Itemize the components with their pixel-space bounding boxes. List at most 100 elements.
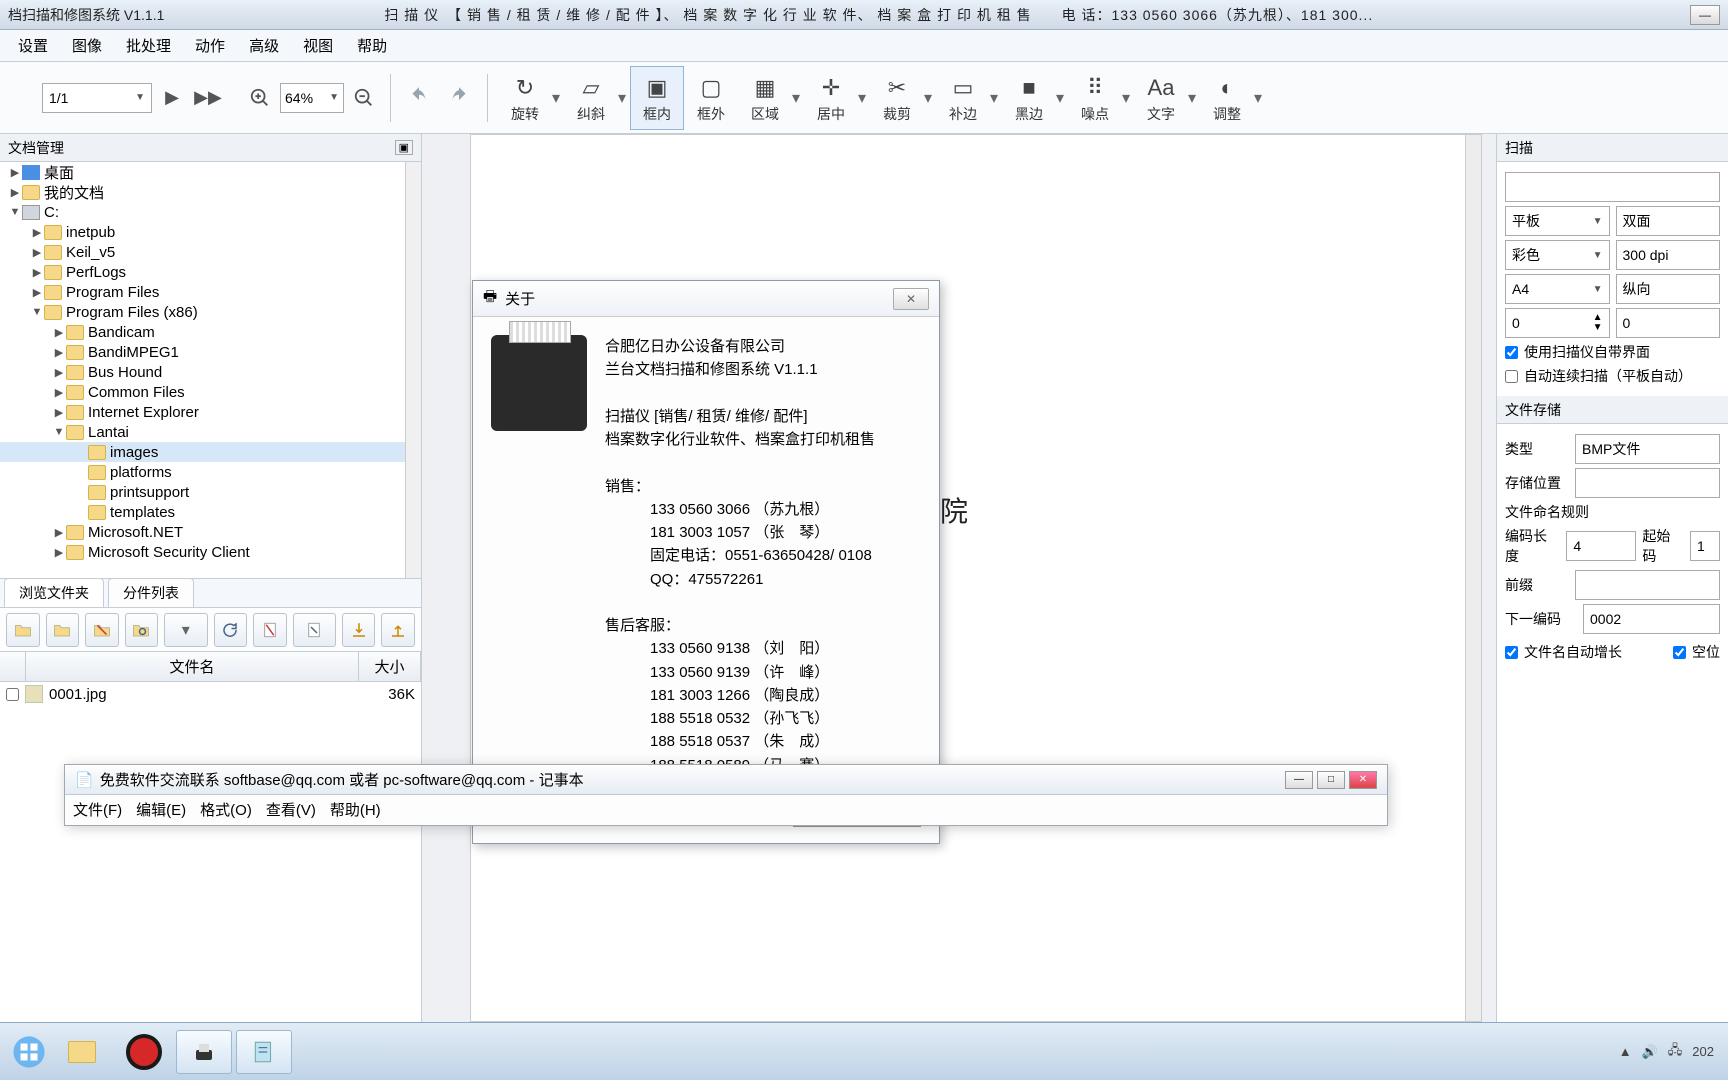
tree-item[interactable]: ▶Bandicam: [0, 322, 421, 342]
tree-scrollbar[interactable]: [405, 162, 421, 578]
expander-icon[interactable]: ▶: [52, 546, 66, 559]
start-button[interactable]: [6, 1029, 52, 1075]
tree-item[interactable]: ▶桌面: [0, 162, 421, 182]
expander-icon[interactable]: ▶: [30, 226, 44, 239]
network-icon[interactable]: 🖧: [1668, 1041, 1683, 1063]
tool-补边[interactable]: ▭补边: [936, 66, 990, 130]
np-menu-item[interactable]: 帮助(H): [330, 799, 381, 820]
duplex-select[interactable]: 双面: [1616, 206, 1721, 236]
tree-item[interactable]: ▶Common Files: [0, 382, 421, 402]
fast-forward-button[interactable]: ▶▶: [192, 82, 224, 114]
system-tray[interactable]: ▲ 🔊 🖧 202: [1619, 1041, 1722, 1063]
play-button[interactable]: ▶: [156, 82, 188, 114]
expander-icon[interactable]: ▶: [30, 286, 44, 299]
native-ui-checkbox[interactable]: 使用扫描仪自带界面: [1505, 342, 1720, 362]
tray-up-icon[interactable]: ▲: [1619, 1044, 1632, 1059]
expander-icon[interactable]: ▼: [8, 206, 22, 218]
expander-icon[interactable]: ▶: [52, 366, 66, 379]
dpi-select[interactable]: 300 dpi: [1616, 240, 1721, 270]
np-max-button[interactable]: □: [1317, 771, 1345, 789]
tree-item[interactable]: ▶PerfLogs: [0, 262, 421, 282]
menu-动作[interactable]: 动作: [183, 31, 237, 60]
tree-item[interactable]: ▶BandiMPEG1: [0, 342, 421, 362]
delete-file-button[interactable]: [253, 613, 287, 647]
menu-图像[interactable]: 图像: [60, 31, 114, 60]
expander-icon[interactable]: ▼: [52, 426, 66, 438]
tree-item[interactable]: ▶Internet Explorer: [0, 402, 421, 422]
task-notepad[interactable]: [236, 1030, 292, 1074]
len-input[interactable]: 4: [1566, 531, 1636, 561]
expander-icon[interactable]: ▶: [8, 166, 22, 179]
expander-icon[interactable]: ▶: [30, 266, 44, 279]
nav-prev-button[interactable]: [6, 82, 38, 114]
folder-tree[interactable]: ▶桌面▶我的文档▼C:▶inetpub▶Keil_v5▶PerfLogs▶Pro…: [0, 162, 421, 578]
tool-居中[interactable]: ✛居中: [804, 66, 858, 130]
tool-纠斜[interactable]: ▱纠斜: [564, 66, 618, 130]
zoom-input[interactable]: 64% ▼: [280, 83, 344, 113]
np-min-button[interactable]: —: [1285, 771, 1313, 789]
tool-调整[interactable]: ◐调整: [1200, 66, 1254, 130]
tool-dropdown[interactable]: ▾: [990, 92, 1002, 104]
tool-dropdown[interactable]: ▾: [1254, 92, 1266, 104]
file-header-name[interactable]: 文件名: [26, 652, 359, 681]
folder-dropdown-button[interactable]: ▾: [164, 613, 207, 647]
tool-dropdown[interactable]: ▾: [792, 92, 804, 104]
expander-icon[interactable]: ▶: [52, 406, 66, 419]
scanner-select[interactable]: [1505, 172, 1720, 202]
clock[interactable]: 202: [1692, 1044, 1714, 1059]
tab-浏览文件夹[interactable]: 浏览文件夹: [4, 578, 104, 607]
notepad-titlebar[interactable]: 📄 免费软件交流联系 softbase@qq.com 或者 pc-softwar…: [65, 765, 1387, 795]
expander-icon[interactable]: ▼: [30, 306, 44, 318]
tree-item[interactable]: ▼Lantai: [0, 422, 421, 442]
file-checkbox[interactable]: [6, 688, 19, 701]
file-header-size[interactable]: 大小: [359, 652, 421, 681]
open-folder-button[interactable]: [46, 613, 80, 647]
filetype-select[interactable]: BMP文件: [1575, 434, 1720, 464]
delete-folder-button[interactable]: [85, 613, 119, 647]
np-menu-item[interactable]: 编辑(E): [136, 799, 186, 820]
tree-item[interactable]: ▶Keil_v5: [0, 242, 421, 262]
undo-button[interactable]: [401, 82, 437, 114]
menu-批处理[interactable]: 批处理: [114, 31, 183, 60]
np-menu-item[interactable]: 格式(O): [200, 799, 252, 820]
tree-item[interactable]: ▶Microsoft Security Client: [0, 542, 421, 562]
redo-button[interactable]: [441, 82, 477, 114]
tool-dropdown[interactable]: ▾: [858, 92, 870, 104]
tool-dropdown[interactable]: ▾: [1122, 92, 1134, 104]
paper-select[interactable]: A4▼: [1505, 274, 1610, 304]
tree-item[interactable]: ▶Program Files: [0, 282, 421, 302]
tree-item[interactable]: ▼Program Files (x86): [0, 302, 421, 322]
auto-scan-checkbox[interactable]: 自动连续扫描（平板自动）: [1505, 366, 1720, 386]
menu-帮助[interactable]: 帮助: [345, 31, 399, 60]
autoinc-checkbox[interactable]: 文件名自动增长: [1505, 642, 1622, 662]
volume-icon[interactable]: 🔊: [1642, 1044, 1658, 1060]
tool-黑边[interactable]: ■黑边: [1002, 66, 1056, 130]
zoom-in-button[interactable]: [244, 82, 276, 114]
tool-dropdown[interactable]: ▾: [924, 92, 936, 104]
expander-icon[interactable]: ▶: [8, 186, 22, 199]
source-select[interactable]: 平板▼: [1505, 206, 1610, 236]
task-explorer[interactable]: [56, 1030, 112, 1074]
tree-item[interactable]: images: [0, 442, 421, 462]
notepad-window[interactable]: 📄 免费软件交流联系 softbase@qq.com 或者 pc-softwar…: [64, 764, 1388, 826]
menu-视图[interactable]: 视图: [291, 31, 345, 60]
orientation-select[interactable]: 纵向: [1616, 274, 1721, 304]
np-menu-item[interactable]: 查看(V): [266, 799, 316, 820]
expander-icon[interactable]: ▶: [30, 246, 44, 259]
tool-框内[interactable]: ▣框内: [630, 66, 684, 130]
expander-icon[interactable]: ▶: [52, 526, 66, 539]
tree-item[interactable]: ▼C:: [0, 202, 421, 222]
spin1-input[interactable]: 0▲▼: [1505, 308, 1610, 338]
dialog-titlebar[interactable]: 🖶 关于 ✕: [473, 281, 939, 317]
task-record[interactable]: [116, 1030, 172, 1074]
expander-icon[interactable]: ▶: [52, 346, 66, 359]
tool-区域[interactable]: ▦区域: [738, 66, 792, 130]
file-row[interactable]: 0001.jpg36K: [0, 682, 421, 706]
task-scanner-app[interactable]: [176, 1030, 232, 1074]
expander-icon[interactable]: ▶: [52, 326, 66, 339]
tree-item[interactable]: ▶我的文档: [0, 182, 421, 202]
path-input[interactable]: [1575, 468, 1720, 498]
taskbar[interactable]: ▲ 🔊 🖧 202: [0, 1022, 1728, 1080]
tool-噪点[interactable]: ⠿噪点: [1068, 66, 1122, 130]
tool-框外[interactable]: ▢框外: [684, 66, 738, 130]
